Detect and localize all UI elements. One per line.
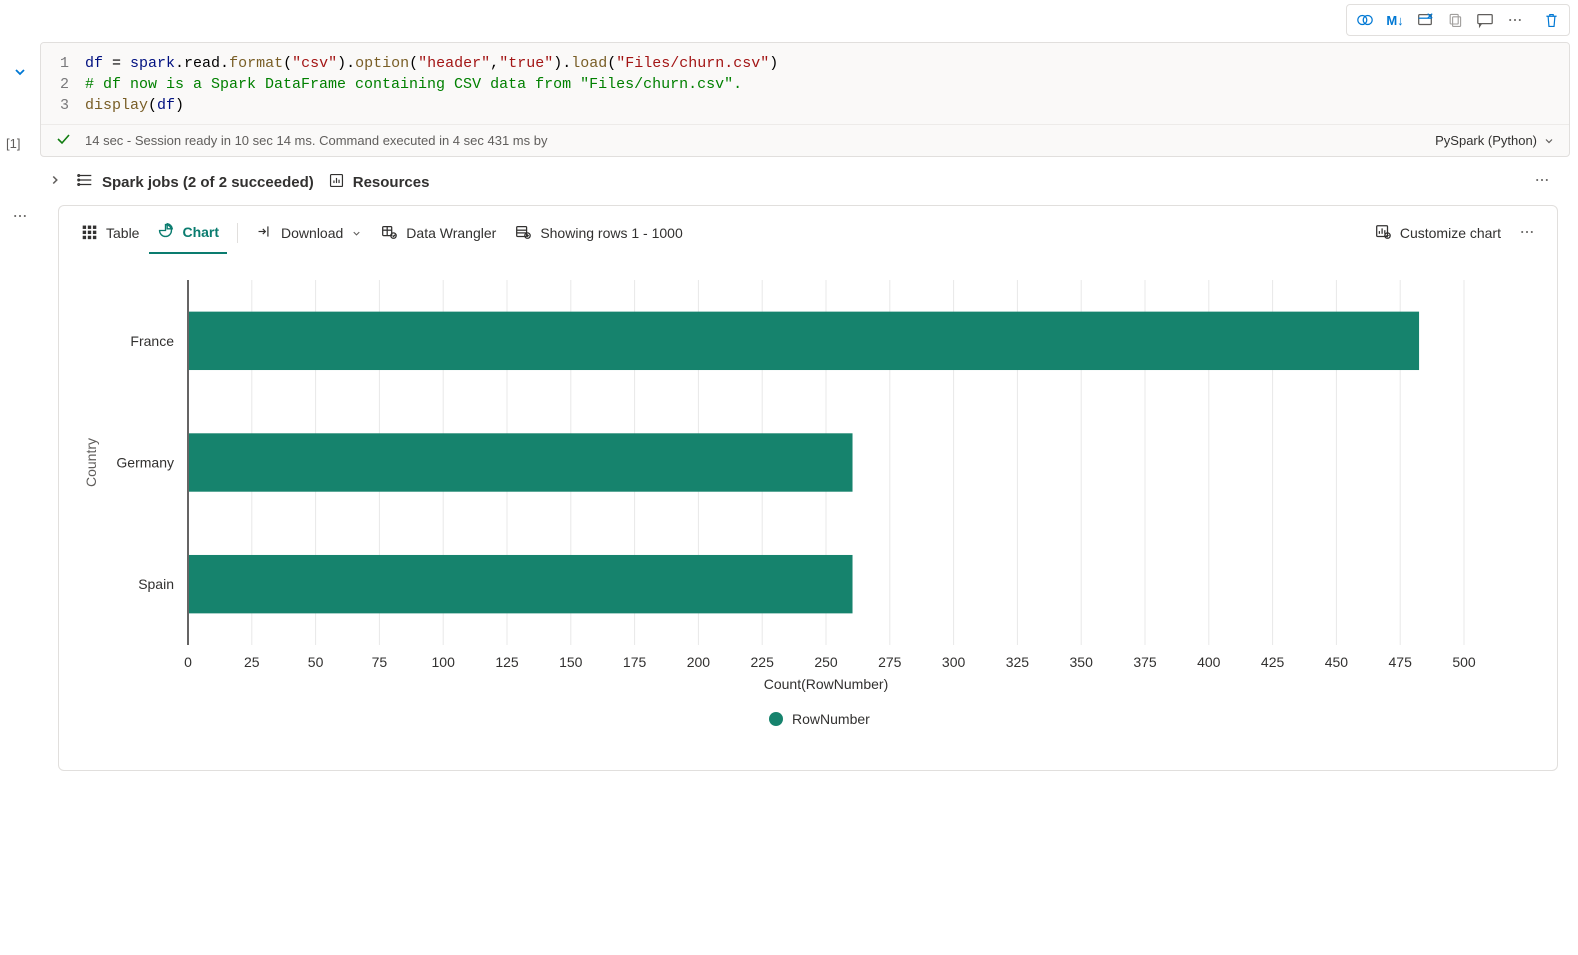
- expand-output-icon[interactable]: [48, 173, 62, 191]
- svg-text:50: 50: [308, 654, 324, 670]
- tab-table[interactable]: Table: [73, 217, 147, 253]
- execution-status-text: 14 sec - Session ready in 10 sec 14 ms. …: [85, 133, 1435, 148]
- svg-text:25: 25: [244, 654, 260, 670]
- bar-chart: 0 25 50 75 100 125 150 175 200 225 250 275 300 325 350…: [83, 270, 1479, 740]
- svg-text:100: 100: [432, 654, 456, 670]
- more-chart-actions-button[interactable]: [1511, 220, 1543, 251]
- data-wrangler-icon: [380, 223, 398, 244]
- cell-sidebar-more-button[interactable]: [12, 208, 28, 227]
- svg-text:125: 125: [495, 654, 519, 670]
- more-output-actions-button[interactable]: [1534, 172, 1570, 192]
- svg-text:475: 475: [1389, 654, 1413, 670]
- kernel-selector[interactable]: PySpark (Python): [1435, 133, 1555, 148]
- bar[interactable]: [189, 555, 853, 613]
- svg-text:450: 450: [1325, 654, 1349, 670]
- svg-text:RowNumber: RowNumber: [792, 711, 870, 727]
- output-meta-row: Spark jobs (2 of 2 succeeded) Resources: [0, 157, 1578, 205]
- rows-status: Showing rows 1 - 1000: [506, 219, 690, 252]
- svg-text:0: 0: [184, 654, 192, 670]
- svg-text:425: 425: [1261, 654, 1285, 670]
- spark-jobs-button[interactable]: Spark jobs (2 of 2 succeeded): [76, 171, 314, 193]
- cell-action-toolbar: M↓: [1346, 4, 1570, 36]
- download-button[interactable]: Download: [248, 219, 370, 251]
- bar[interactable]: [189, 312, 1419, 370]
- svg-text:Count(RowNumber): Count(RowNumber): [764, 676, 888, 692]
- spark-jobs-icon: [76, 171, 94, 193]
- svg-text:75: 75: [372, 654, 388, 670]
- svg-text:300: 300: [942, 654, 966, 670]
- ai-assist-icon[interactable]: [1351, 7, 1379, 33]
- more-cell-actions-button[interactable]: [1501, 7, 1529, 33]
- code-editor[interactable]: 1 2 3 df = spark.read.format("csv").opti…: [41, 43, 1569, 124]
- rows-icon: [514, 223, 532, 244]
- output-toolbar: Table Chart Download Data Wrangler: [59, 206, 1557, 254]
- svg-text:350: 350: [1070, 654, 1094, 670]
- output-panel: Table Chart Download Data Wrangler: [58, 205, 1558, 771]
- chart-icon: [157, 222, 174, 242]
- tab-chart[interactable]: Chart: [149, 216, 227, 254]
- copy-cell-button[interactable]: [1441, 7, 1469, 33]
- convert-markdown-button[interactable]: M↓: [1381, 7, 1409, 33]
- svg-text:225: 225: [751, 654, 775, 670]
- svg-text:200: 200: [687, 654, 711, 670]
- delete-cell-button[interactable]: [1537, 7, 1565, 33]
- bar[interactable]: [189, 433, 853, 491]
- svg-text:500: 500: [1452, 654, 1476, 670]
- resources-icon: [328, 172, 345, 193]
- svg-text:400: 400: [1197, 654, 1221, 670]
- success-check-icon: [55, 131, 71, 150]
- table-icon: [81, 223, 98, 243]
- chart-area: 0 25 50 75 100 125 150 175 200 225 250 275 300 325 350…: [59, 254, 1557, 770]
- svg-text:France: France: [130, 333, 174, 349]
- svg-text:325: 325: [1006, 654, 1030, 670]
- customize-icon: [1374, 223, 1392, 244]
- svg-text:Spain: Spain: [138, 576, 174, 592]
- line-number: 2: [49, 74, 69, 95]
- svg-text:375: 375: [1133, 654, 1157, 670]
- svg-text:Germany: Germany: [116, 455, 174, 471]
- svg-text:275: 275: [878, 654, 902, 670]
- svg-text:175: 175: [623, 654, 647, 670]
- resources-button[interactable]: Resources: [328, 172, 430, 193]
- code-cell: 1 2 3 df = spark.read.format("csv").opti…: [0, 42, 1578, 157]
- execution-count: [1]: [6, 136, 20, 151]
- chevron-down-icon: [1543, 135, 1555, 147]
- customize-chart-button[interactable]: Customize chart: [1366, 219, 1509, 252]
- line-number: 3: [49, 95, 69, 116]
- data-wrangler-button[interactable]: Data Wrangler: [372, 219, 504, 252]
- add-comment-button[interactable]: [1471, 7, 1499, 33]
- code-content[interactable]: df = spark.read.format("csv").option("he…: [85, 53, 1561, 116]
- svg-text:250: 250: [814, 654, 838, 670]
- svg-text:150: 150: [559, 654, 583, 670]
- freeze-cell-button[interactable]: [1411, 7, 1439, 33]
- line-number: 1: [49, 53, 69, 74]
- download-icon: [256, 223, 273, 243]
- cell-status-bar: 14 sec - Session ready in 10 sec 14 ms. …: [41, 124, 1569, 156]
- svg-text:Country: Country: [83, 438, 99, 487]
- chevron-down-icon: [351, 228, 362, 239]
